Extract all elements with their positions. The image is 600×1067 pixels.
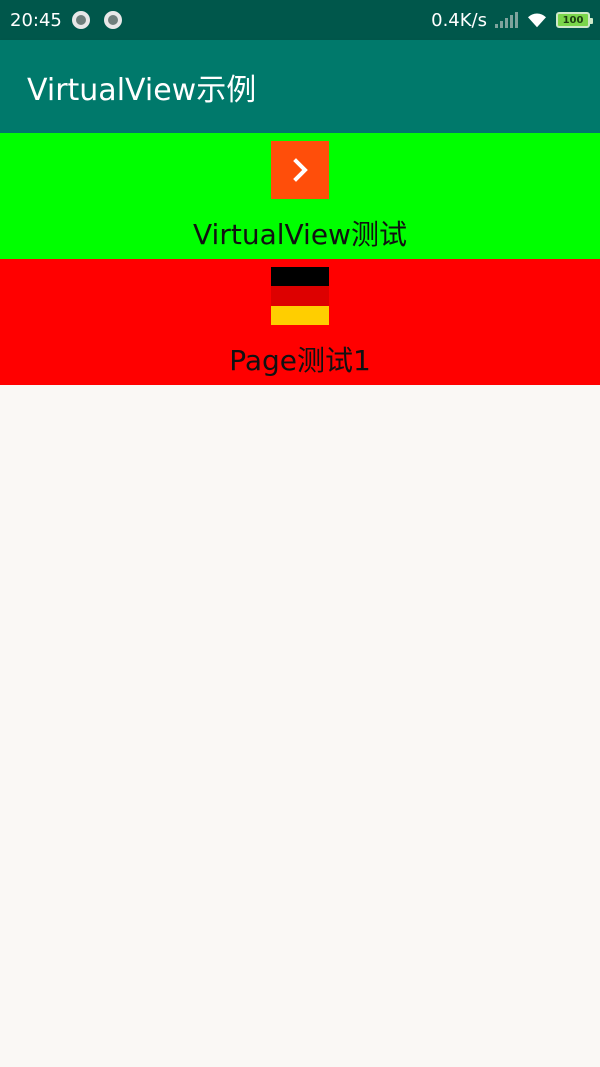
status-time: 20:45 — [10, 9, 62, 31]
notification-icon — [103, 11, 122, 29]
chevron-right-icon — [271, 141, 329, 199]
status-bar: 20:45 0.4K/s 100 — [0, 0, 600, 40]
germany-flag-icon — [271, 267, 329, 325]
status-right: 0.4K/s 100 — [431, 9, 593, 31]
signal-icon — [495, 12, 518, 28]
list-item-page-test-1[interactable]: Page测试1 — [0, 259, 600, 385]
list-item-label: VirtualView测试 — [193, 218, 407, 251]
app-title: VirtualView示例 — [27, 72, 257, 108]
network-speed: 0.4K/s — [431, 9, 487, 31]
app-bar: VirtualView示例 — [0, 40, 600, 133]
battery-level: 100 — [562, 14, 584, 26]
notification-icon — [71, 11, 90, 29]
list-item-label: Page测试1 — [229, 344, 371, 377]
status-left: 20:45 — [10, 10, 122, 31]
list-item-virtualview-test[interactable]: VirtualView测试 — [0, 133, 600, 259]
battery-icon: 100 — [556, 12, 593, 28]
wifi-icon — [528, 13, 546, 28]
